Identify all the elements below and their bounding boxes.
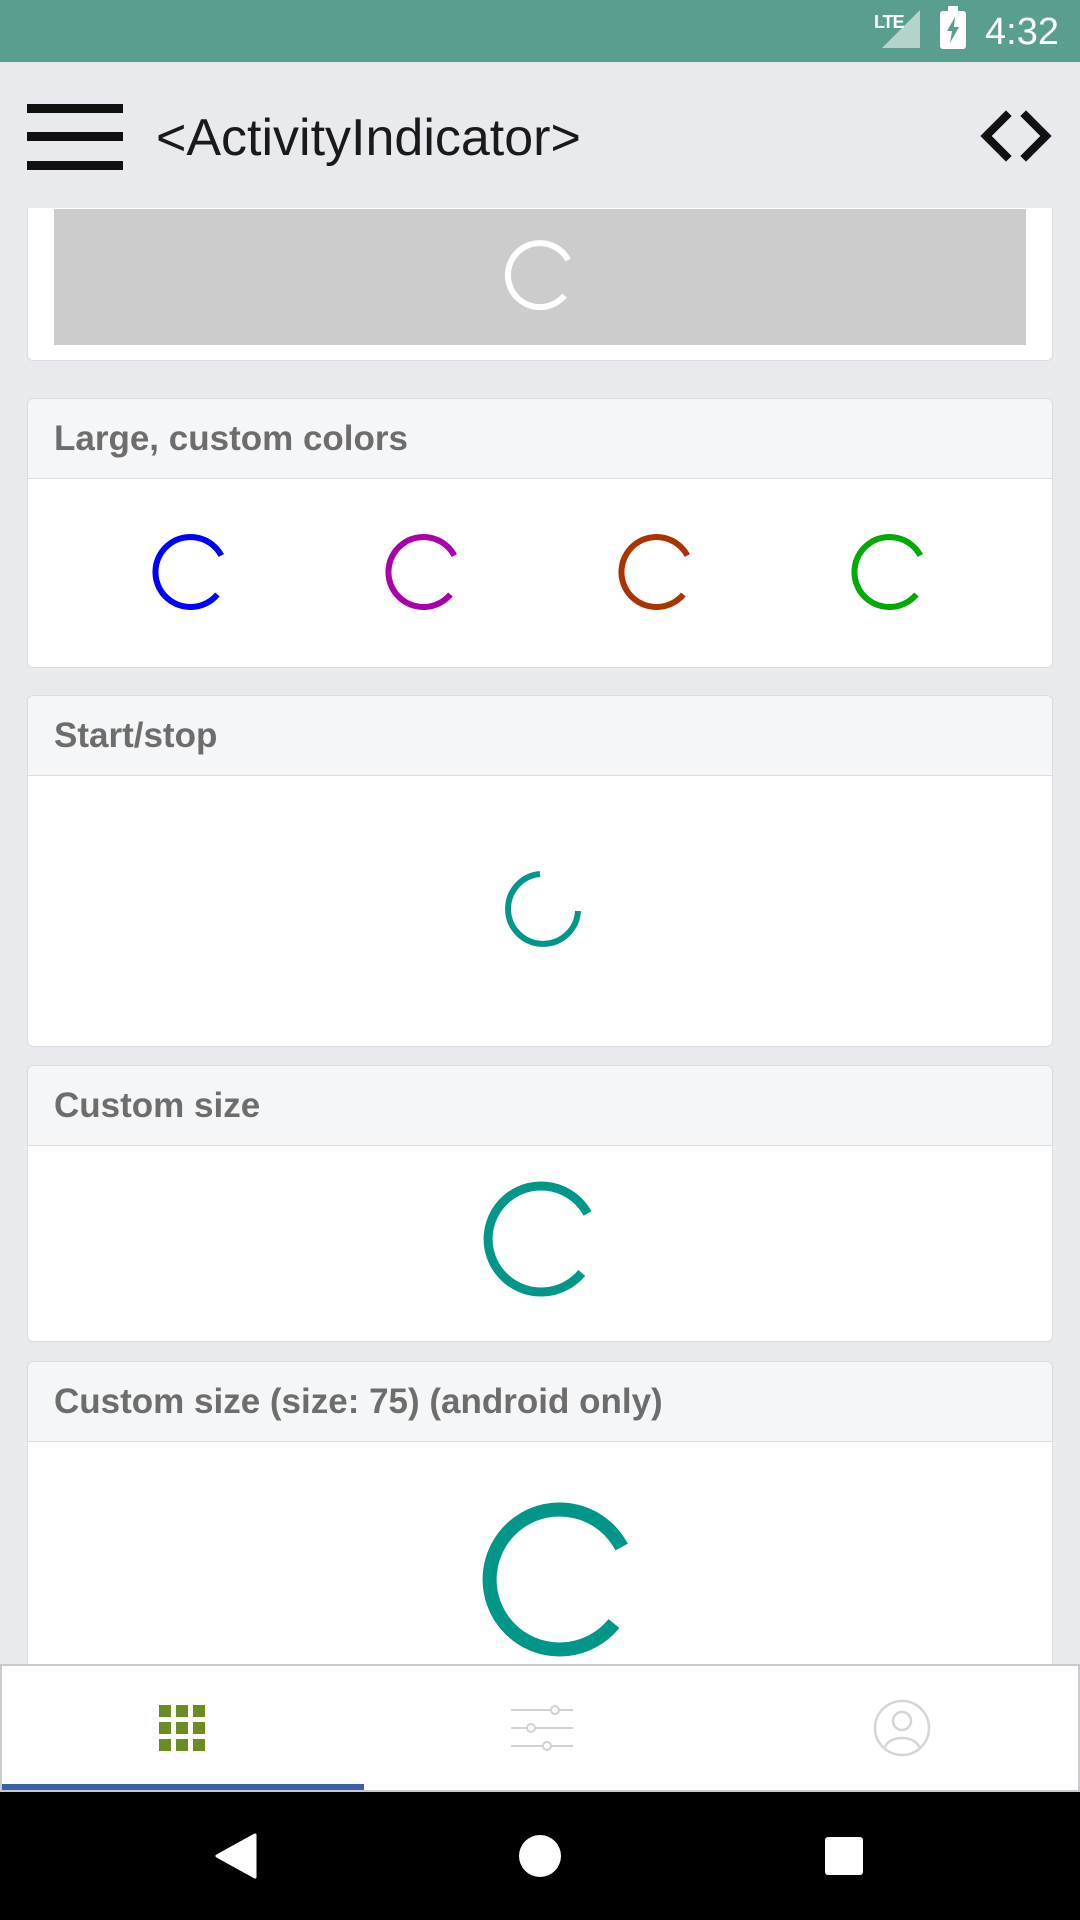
card-custom-size: Custom size (27, 1065, 1053, 1342)
status-bar: LTE 4:32 (0, 0, 1080, 62)
system-nav-bar (0, 1792, 1080, 1920)
status-time: 4:32 (985, 11, 1059, 53)
card-header: Custom size (28, 1066, 1052, 1146)
card-large-custom-colors: Large, custom colors (27, 398, 1053, 668)
recents-button[interactable] (784, 1792, 904, 1920)
spinner-background-box (54, 209, 1026, 345)
signal-icon (882, 10, 920, 48)
card-header: Custom size (size: 75) (android only) (28, 1362, 1052, 1442)
card-body (28, 1442, 1052, 1664)
card-header: Start/stop (28, 696, 1052, 776)
tab-components[interactable] (2, 1666, 362, 1790)
active-tab-indicator (2, 1784, 364, 1790)
home-icon (519, 1835, 561, 1877)
app-bar: <ActivityIndicator> (0, 62, 1080, 208)
card-start-stop: Start/stop (27, 695, 1053, 1047)
card-body (28, 1146, 1052, 1341)
card-title: Custom size (size: 75) (android only) (54, 1381, 663, 1421)
card-title: Start/stop (54, 715, 218, 755)
card-title: Large, custom colors (54, 418, 408, 458)
card-partial (27, 208, 1053, 361)
teal-spinner-icon[interactable] (500, 866, 586, 952)
page-title: <ActivityIndicator> (156, 109, 581, 167)
back-icon (215, 1833, 257, 1879)
home-button[interactable] (480, 1792, 600, 1920)
user-icon (873, 1699, 931, 1757)
battery-charging-icon (940, 6, 966, 49)
card-body (28, 479, 1052, 667)
grid-icon (159, 1705, 205, 1751)
content-scroll[interactable]: Large, custom colors Start/stop Custom s… (0, 208, 1080, 1664)
white-spinner-icon (504, 240, 571, 311)
purple-spinner-icon (385, 534, 457, 610)
card-header: Large, custom colors (28, 399, 1052, 479)
tab-profile[interactable] (722, 1666, 1080, 1790)
hamburger-menu-icon[interactable] (27, 104, 123, 170)
sliders-icon (511, 1705, 573, 1751)
tab-apis[interactable] (362, 1666, 722, 1790)
bottom-tab-bar (0, 1664, 1080, 1792)
card-title: Custom size (54, 1085, 261, 1125)
back-button[interactable] (176, 1792, 296, 1920)
green-spinner-icon (851, 534, 923, 610)
blue-spinner-icon (152, 534, 224, 610)
recents-icon (825, 1837, 863, 1875)
card-body (28, 776, 1052, 1046)
teal-medium-spinner-icon (483, 1181, 592, 1297)
teal-large-spinner-icon (482, 1502, 628, 1657)
code-icon[interactable] (978, 106, 1054, 166)
card-custom-size-75: Custom size (size: 75) (android only) (27, 1361, 1053, 1664)
rust-spinner-icon (618, 534, 690, 610)
